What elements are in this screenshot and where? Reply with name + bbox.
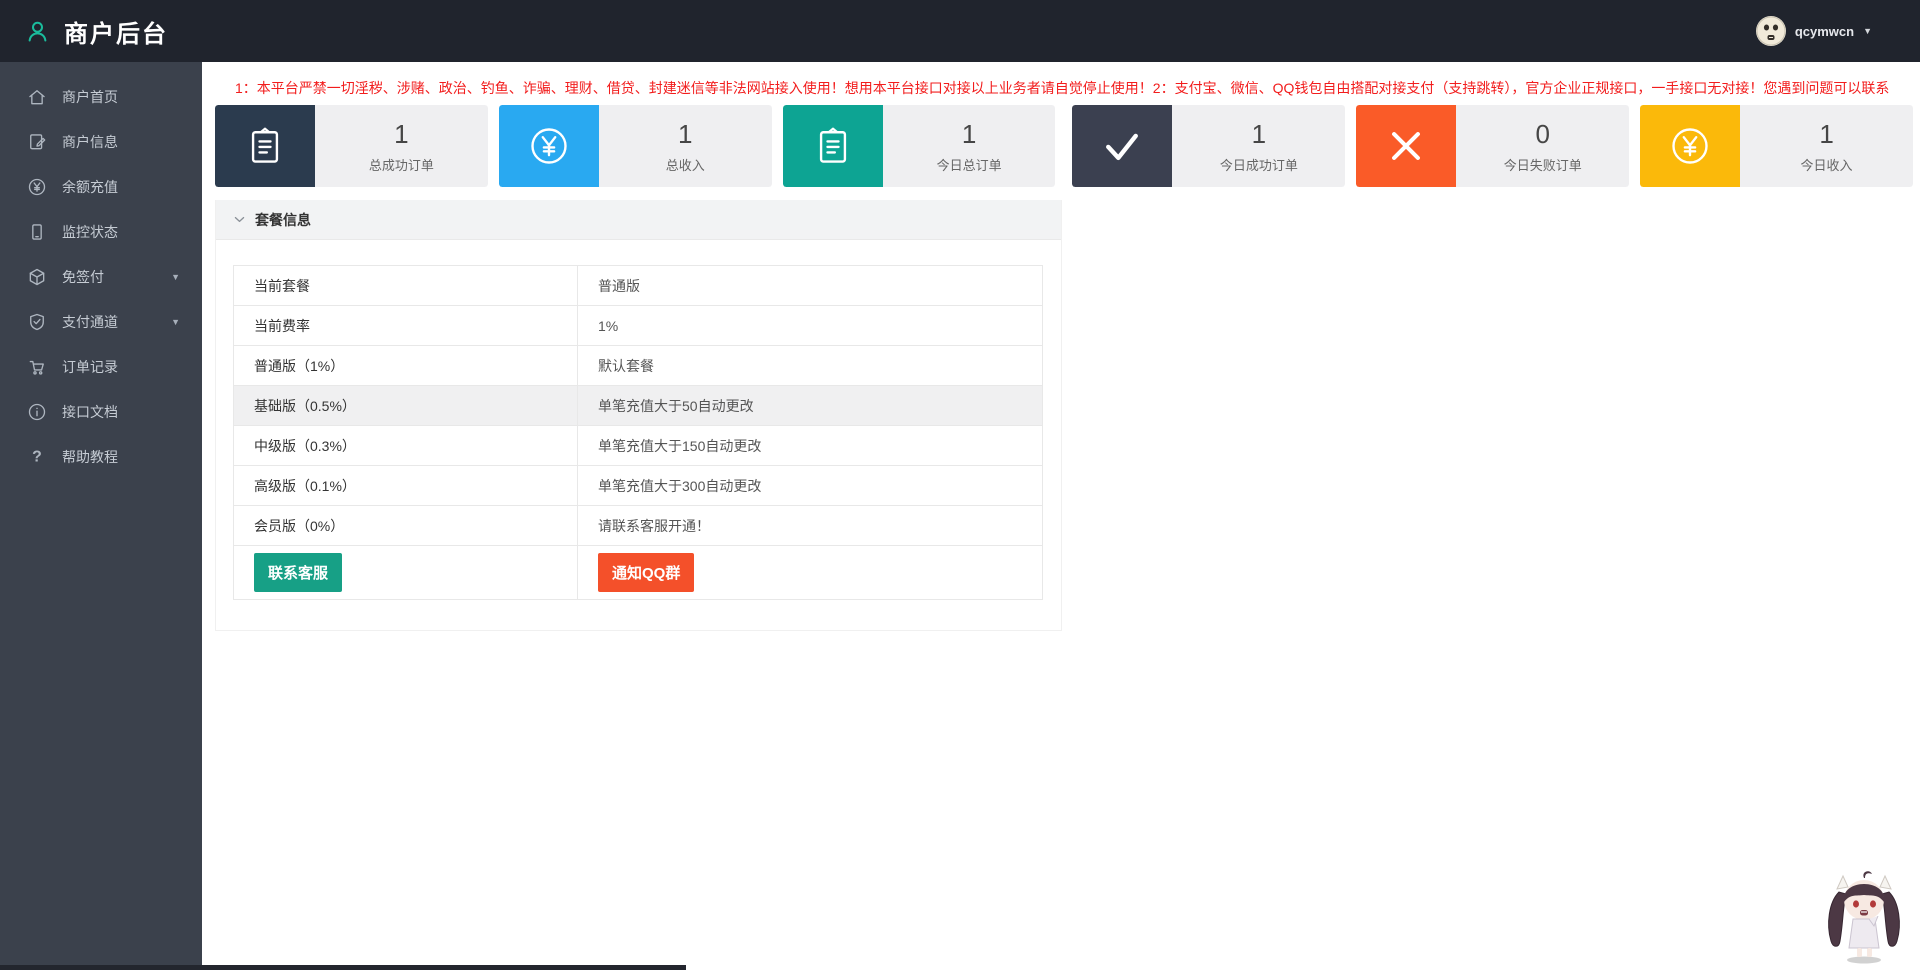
check-icon (1072, 105, 1173, 187)
stat-label: 今日总订单 (936, 157, 1002, 173)
sidebar-item[interactable]: 余额充值 (0, 164, 202, 209)
chevron-down-icon (233, 213, 246, 226)
stat-card: 0 今日失败订单 (1356, 105, 1630, 187)
sidebar-item[interactable]: 免签付 ▼ (0, 254, 202, 299)
table-row: 中级版（0.3%） 单笔充值大于150自动更改 (233, 425, 1043, 466)
panel-body: 当前套餐 普通版 当前费率 1% 普通版（1%） 默认套餐 基础版（0.5%） … (216, 240, 1061, 630)
row-value: 普通版 (577, 265, 1043, 306)
app-title: 商户后台 (64, 20, 168, 48)
stat-label: 今日失败订单 (1503, 157, 1582, 173)
stat-value: 0 (1535, 118, 1550, 149)
stat-card: 1 今日收入 (1640, 105, 1913, 187)
notice-marquee: 1：本平台严禁一切淫秽、涉赌、政治、钓鱼、诈骗、理财、借贷、封建迷信等非法网站接… (235, 80, 1890, 96)
panel-header[interactable]: 套餐信息 (216, 200, 1061, 240)
edit-document-icon (27, 132, 47, 152)
row-value: 单笔充值大于300自动更改 (577, 465, 1043, 506)
sidebar-item-label: 订单记录 (62, 358, 118, 375)
stat-label: 总成功订单 (368, 157, 434, 173)
stat-value: 1 (394, 118, 409, 149)
sidebar-item-label: 免签付 (62, 268, 104, 285)
row-value: 单笔充值大于150自动更改 (577, 425, 1043, 466)
chevron-down-icon: ▼ (171, 316, 180, 327)
sidebar-item-label: 支付通道 (62, 313, 118, 330)
row-label: 高级版（0.1%） (233, 465, 578, 506)
sidebar-item[interactable]: 支付通道 ▼ (0, 299, 202, 344)
stat-card: 1 今日总订单 (782, 105, 1056, 187)
package-info-panel: 套餐信息 当前套餐 普通版 当前费率 1% 普通版（1%） 默认套餐 基础版（0… (215, 200, 1062, 631)
sidebar-item-label: 监控状态 (62, 223, 118, 240)
home-icon (27, 87, 47, 107)
app-logo: 商户后台 (0, 14, 168, 49)
info-circle-icon (27, 402, 47, 422)
cube-icon (27, 267, 47, 287)
yen-circle-icon (27, 177, 47, 197)
horizontal-scrollbar-thumb[interactable] (0, 965, 686, 970)
sidebar-item[interactable]: 订单记录 (0, 344, 202, 389)
row-value: 单笔充值大于50自动更改 (577, 385, 1043, 426)
close-icon (1356, 105, 1457, 187)
person-icon (24, 18, 51, 45)
main-content: 1：本平台严禁一切淫秽、涉赌、政治、钓鱼、诈骗、理财、借贷、封建迷信等非法网站接… (202, 0, 1920, 631)
question-icon: ? (27, 447, 47, 467)
stat-label: 今日成功订单 (1219, 157, 1298, 173)
row-value: 请联系客服开通！ (577, 505, 1043, 546)
sidebar-item-label: 商户信息 (62, 133, 118, 150)
table-row: 当前套餐 普通版 (233, 265, 1043, 306)
stat-cards-row: 1 总成功订单 1 总收入 1 今日总订单 1 今日成功订单 0 今日失败订单 … (215, 105, 1913, 187)
stat-value: 1 (678, 118, 693, 149)
row-label: 当前套餐 (233, 265, 578, 306)
table-row: 高级版（0.1%） 单笔充值大于300自动更改 (233, 465, 1043, 506)
panel-title: 套餐信息 (255, 211, 311, 228)
yen-circle-icon (1640, 105, 1741, 187)
stat-value: 1 (961, 118, 977, 149)
row-label: 当前费率 (233, 305, 578, 346)
stat-label: 总收入 (665, 157, 705, 173)
sidebar-item[interactable]: ? 帮助教程 (0, 434, 202, 479)
chevron-down-icon: ▼ (171, 271, 180, 282)
sidebar-item[interactable]: 商户信息 (0, 119, 202, 164)
sidebar-item-label: 帮助教程 (62, 448, 118, 465)
cart-icon (27, 357, 47, 377)
qq-group-notify-button[interactable]: 通知QQ群 (598, 553, 695, 592)
username: qcymwcn (1794, 23, 1855, 39)
row-value: 默认套餐 (577, 345, 1043, 386)
table-row: 基础版（0.5%） 单笔充值大于50自动更改 (233, 385, 1043, 426)
stat-card: 1 总成功订单 (215, 105, 488, 187)
sidebar-item-label: 商户首页 (62, 88, 118, 105)
contact-support-button[interactable]: 联系客服 (254, 553, 343, 592)
row-label: 基础版（0.5%） (233, 385, 578, 426)
chevron-down-icon: ▼ (1863, 26, 1872, 36)
stat-value: 1 (1819, 118, 1834, 149)
clipboard-icon (215, 105, 315, 187)
stat-value: 1 (1251, 118, 1267, 149)
top-header: 商户后台 qcymwcn ▼ (0, 0, 1920, 62)
user-menu[interactable]: qcymwcn ▼ (1755, 16, 1872, 46)
row-label: 普通版（1%） (233, 345, 578, 386)
sidebar-item-label: 余额充值 (62, 178, 118, 195)
table-buttons-row: 联系客服 通知QQ群 (233, 545, 1043, 600)
sidebar-item[interactable]: 监控状态 (0, 209, 202, 254)
stat-card: 1 今日成功订单 (1072, 105, 1346, 187)
row-label: 会员版（0%） (233, 505, 578, 546)
svg-text:?: ? (32, 448, 42, 465)
row-label: 中级版（0.3%） (233, 425, 578, 466)
stat-label: 今日收入 (1800, 157, 1853, 173)
yen-circle-icon (498, 105, 599, 187)
stat-card: 1 总收入 (498, 105, 772, 187)
shield-check-icon (27, 312, 47, 332)
face-avatar-icon (1755, 16, 1786, 46)
sidebar-item-label: 接口文档 (62, 403, 118, 420)
package-table: 当前套餐 普通版 当前费率 1% 普通版（1%） 默认套餐 基础版（0.5%） … (233, 265, 1043, 600)
row-value: 1% (577, 305, 1043, 346)
chibi-girl-mascot[interactable] (1806, 866, 1918, 966)
clipboard-icon (782, 105, 883, 187)
sidebar-item[interactable]: 接口文档 (0, 389, 202, 434)
monitor-icon (27, 222, 47, 242)
table-row: 当前费率 1% (233, 305, 1043, 346)
table-row: 普通版（1%） 默认套餐 (233, 345, 1043, 386)
table-row: 会员版（0%） 请联系客服开通！ (233, 505, 1043, 546)
sidebar-item[interactable]: 商户首页 (0, 74, 202, 119)
sidebar: 商户首页 商户信息 余额充值 监控状态 免签付 ▼ 支付通道 ▼ 订单记录 接口… (0, 62, 202, 970)
sidebar-menu: 商户首页 商户信息 余额充值 监控状态 免签付 ▼ 支付通道 ▼ 订单记录 接口… (0, 74, 202, 479)
